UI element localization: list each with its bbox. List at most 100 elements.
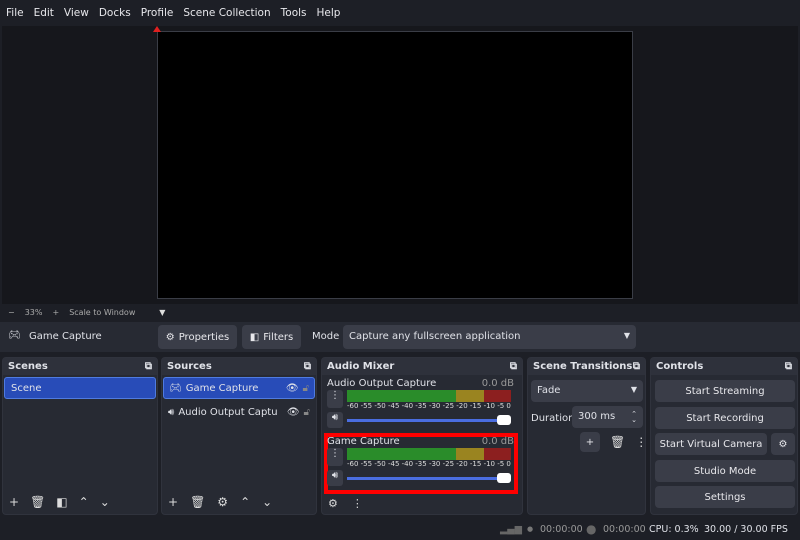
- source-label: Audio Output Captu: [178, 406, 278, 418]
- scene-label: Scene: [11, 383, 42, 394]
- mixer-channel: Game Capture 0.0 dB ⋮ -60 -55 -50 -45 -40 -35-…: [327, 436, 514, 488]
- status-bar: ▂▄▆ ● 00:00:00 ● 00:00:00 CPU: 0.3% 30.0…: [0, 518, 800, 540]
- cpu-usage: CPU: 0.3%: [649, 523, 699, 535]
- scale-mode[interactable]: Scale to Window: [69, 308, 149, 317]
- meter-tick: -5: [497, 402, 505, 410]
- gamepad-icon: 🎮︎: [8, 330, 21, 341]
- transitions-header: Scene Transitions ⧉: [528, 358, 645, 375]
- menu-tools[interactable]: Tools: [281, 7, 307, 19]
- menu-help[interactable]: Help: [317, 7, 341, 19]
- start-recording-button[interactable]: Start Recording: [655, 407, 795, 429]
- mixer-title: Audio Mixer: [327, 361, 395, 372]
- meter-tick: -35: [415, 460, 427, 468]
- gear-icon[interactable]: ⚙: [217, 495, 228, 509]
- menu-profile[interactable]: Profile: [141, 7, 174, 19]
- controls-title: Controls: [656, 361, 704, 372]
- up-icon[interactable]: ⌃: [240, 495, 250, 509]
- down-icon[interactable]: ⌄: [262, 495, 272, 509]
- undock-icon[interactable]: ⧉: [304, 361, 311, 372]
- meter-tick: -60: [347, 460, 359, 468]
- menu-file[interactable]: File: [6, 7, 24, 19]
- start-virtual-camera-button[interactable]: Start Virtual Camera: [655, 433, 767, 455]
- settings-button[interactable]: Settings: [655, 486, 795, 508]
- channel-menu-button[interactable]: ⋮: [327, 390, 343, 408]
- lock-icon[interactable]: 🔓︎: [303, 383, 309, 394]
- mute-button[interactable]: 🔊︎: [327, 412, 343, 428]
- volume-slider[interactable]: [347, 415, 511, 425]
- chevron-down-icon: ▼: [623, 331, 630, 340]
- trash-icon[interactable]: 🗑︎: [30, 495, 45, 509]
- add-icon[interactable]: +: [9, 495, 19, 509]
- properties-button[interactable]: ⚙ Properties: [158, 325, 237, 349]
- speaker-icon: 🔊︎: [168, 406, 175, 418]
- virtual-camera-settings-button[interactable]: ⚙: [771, 433, 795, 455]
- undock-icon[interactable]: ⧉: [785, 361, 792, 372]
- menu-dots-icon[interactable]: ⋮: [635, 435, 647, 449]
- fps: 30.00 / 30.00 FPS: [704, 523, 788, 535]
- zoom-level: 33%: [24, 307, 43, 317]
- volume-meter: -60 -55 -50 -45 -40 -35 -30 -25 -20 -15 -10 -5 0: [347, 390, 511, 410]
- undock-icon[interactable]: ⧉: [633, 361, 640, 372]
- eye-icon[interactable]: 👁︎: [286, 383, 299, 394]
- filters-icon: ◧: [249, 331, 260, 343]
- scenes-title: Scenes: [8, 361, 48, 372]
- spinner-icon[interactable]: ⌃ ⌄: [631, 411, 637, 424]
- chevron-down-icon[interactable]: ▼: [159, 308, 165, 317]
- up-icon[interactable]: ⌃: [79, 495, 89, 509]
- lock-icon[interactable]: 🔓︎: [304, 407, 310, 418]
- mode-select[interactable]: Capture any fullscreen application ▼: [343, 325, 636, 349]
- advanced-audio-gear-icon[interactable]: ⚙: [328, 497, 338, 510]
- gear-icon: ⚙: [165, 331, 175, 343]
- slider-handle[interactable]: [497, 415, 511, 425]
- mode-label: Mode: [312, 331, 340, 342]
- meter-tick: -15: [469, 402, 482, 410]
- undock-icon[interactable]: ⧉: [145, 361, 152, 372]
- controls-header: Controls ⧉: [651, 358, 797, 375]
- zoom-bar: − 33% + Scale to Window ▼: [2, 305, 798, 319]
- down-icon[interactable]: ⌄: [100, 495, 110, 509]
- eye-icon[interactable]: 👁︎: [287, 407, 300, 418]
- menu-dots-icon[interactable]: ⋮: [352, 497, 363, 510]
- channel-db: 0.0 dB: [481, 436, 514, 447]
- trash-icon[interactable]: 🗑︎: [610, 435, 625, 449]
- duration-input[interactable]: 300 ms ⌃ ⌄: [572, 406, 643, 428]
- duration-value: 300 ms: [578, 411, 616, 422]
- mode-value: Capture any fullscreen application: [349, 331, 521, 342]
- add-transition-button[interactable]: +: [580, 432, 600, 452]
- source-item-game-capture[interactable]: 🎮︎ Game Capture 👁︎ 🔓︎: [163, 377, 315, 399]
- transition-select[interactable]: Fade ▼: [531, 380, 643, 402]
- preview-canvas[interactable]: [157, 31, 633, 299]
- channel-name: Audio Output Capture: [327, 378, 437, 389]
- slider-handle[interactable]: [497, 473, 511, 483]
- menu-edit[interactable]: Edit: [34, 7, 54, 19]
- menu-scene-collection[interactable]: Scene Collection: [183, 7, 270, 19]
- zoom-in-button[interactable]: +: [52, 308, 59, 317]
- meter-tick: -50: [374, 402, 386, 410]
- scenes-dock: Scenes ⧉ Scene + 🗑︎ ◧ ⌃ ⌄: [2, 357, 158, 515]
- source-item-audio-output[interactable]: 🔊︎ Audio Output Captu 👁︎ 🔓︎: [163, 401, 315, 423]
- chevron-down-icon: ▼: [630, 385, 637, 394]
- meter-tick: -60: [347, 402, 359, 410]
- meter-tick: -20: [456, 460, 468, 468]
- meter-tick: -45: [387, 402, 400, 410]
- trash-icon[interactable]: 🗑︎: [190, 495, 205, 509]
- scene-item[interactable]: Scene: [4, 377, 156, 399]
- undock-icon[interactable]: ⧉: [510, 361, 517, 372]
- filters-icon[interactable]: ◧: [56, 495, 67, 509]
- start-streaming-button[interactable]: Start Streaming: [655, 380, 795, 402]
- zoom-out-button[interactable]: −: [8, 308, 15, 317]
- add-icon[interactable]: +: [168, 495, 178, 509]
- channel-menu-button[interactable]: ⋮: [327, 448, 343, 466]
- sources-dock: Sources ⧉ 🎮︎ Game Capture 👁︎ 🔓︎ 🔊︎ Audio Outp…: [161, 357, 317, 515]
- filters-button[interactable]: ◧ Filters: [242, 325, 301, 349]
- meter-tick: -50: [374, 460, 386, 468]
- studio-mode-button[interactable]: Studio Mode: [655, 460, 795, 482]
- meter-tick: 0: [506, 460, 511, 468]
- menu-view[interactable]: View: [64, 7, 89, 19]
- menu-docks[interactable]: Docks: [99, 7, 131, 19]
- volume-slider[interactable]: [347, 473, 511, 483]
- menu-bar: File Edit View Docks Profile Scene Colle…: [0, 0, 800, 26]
- mute-button[interactable]: 🔊︎: [327, 470, 343, 486]
- mixer-header: Audio Mixer ⧉: [322, 358, 522, 375]
- meter-tick: -30: [428, 402, 441, 410]
